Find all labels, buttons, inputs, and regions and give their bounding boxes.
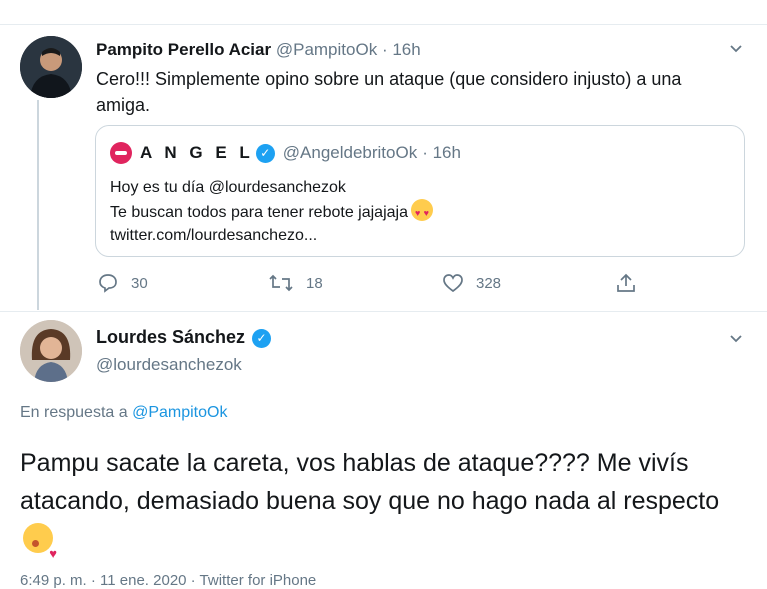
tweet1-header: Pampito Perello Aciar @PampitoOk · 16h — [96, 40, 421, 60]
kiss-emoji — [23, 523, 57, 573]
like-count: 328 — [476, 274, 502, 292]
quoted-author-name: A N G E L — [140, 143, 254, 162]
tweet1-timestamp[interactable]: · 16h — [382, 40, 421, 59]
tweet1-author-name[interactable]: Pampito Perello Aciar — [96, 40, 271, 59]
verified-badge-icon: ✓ — [252, 328, 272, 348]
heart-eyes-emoji — [410, 199, 433, 225]
quoted-link[interactable]: twitter.com/lourdesanchezo... — [110, 224, 730, 247]
verified-badge-icon: ✓ — [255, 143, 275, 163]
avatar-lourdes[interactable] — [20, 320, 82, 382]
tweet1-author-handle[interactable]: @PampitoOk — [276, 40, 377, 59]
quoted-timestamp: · 16h — [422, 143, 461, 162]
previous-tweet-edge — [0, 0, 767, 25]
angel-avatar-icon — [110, 142, 132, 164]
quoted-tweet-body: Hoy es tu día @lourdesanchezok Te buscan… — [110, 176, 730, 247]
thread-connector — [37, 100, 39, 310]
quoted-author-handle: @AngeldebritoOk — [282, 143, 418, 162]
retweet-icon — [269, 274, 293, 292]
tweet2-author-name[interactable]: Lourdes Sánchez — [96, 327, 245, 347]
quoted-tweet[interactable]: A N G E L ✓ @AngeldebritoOk · 16h Hoy es… — [95, 125, 745, 257]
tweet2-text: Pampu sacate la careta, vos hablas de at… — [20, 449, 720, 515]
tweet2-text-block: Pampu sacate la careta, vos hablas de at… — [20, 444, 750, 573]
tweet2-footer: 6:49 p. m. · 11 ene. 2020 · Twitter for … — [20, 572, 317, 589]
retweet-count: 18 — [306, 274, 323, 292]
tweet-divider — [0, 311, 767, 312]
share-icon — [617, 273, 635, 292]
reply-context: En respuesta a @PampitoOk — [20, 404, 227, 422]
share-button[interactable] — [615, 272, 649, 294]
chevron-down-icon[interactable] — [728, 40, 744, 60]
tweet2-author-handle[interactable]: @lourdesanchezok — [96, 355, 242, 375]
tweet1-actions: 30 18 328 — [95, 272, 655, 298]
like-icon — [443, 274, 463, 293]
retweet-button[interactable]: 18 — [268, 272, 323, 294]
avatar-pampito[interactable] — [20, 36, 82, 98]
reply-prefix: En respuesta a — [20, 404, 128, 421]
reply-icon — [99, 274, 117, 293]
quoted-tweet-header: A N G E L ✓ @AngeldebritoOk · 16h — [110, 142, 461, 164]
reply-button[interactable]: 30 — [97, 272, 148, 294]
tweet1-text: Cero!!! Simplemente opino sobre un ataqu… — [96, 69, 682, 115]
reply-to-link[interactable]: @PampitoOk — [132, 404, 227, 421]
quoted-line-2-wrap: Te buscan todos para tener rebote jajaja… — [110, 199, 730, 225]
reply-count: 30 — [131, 274, 148, 292]
quoted-line-1: Hoy es tu día @lourdesanchezok — [110, 179, 346, 196]
tweet2-author: Lourdes Sánchez ✓ — [96, 327, 272, 348]
chevron-down-icon[interactable] — [728, 330, 744, 350]
quoted-line-2: Te buscan todos para tener rebote jajaja… — [110, 204, 408, 221]
like-button[interactable]: 328 — [442, 272, 501, 294]
